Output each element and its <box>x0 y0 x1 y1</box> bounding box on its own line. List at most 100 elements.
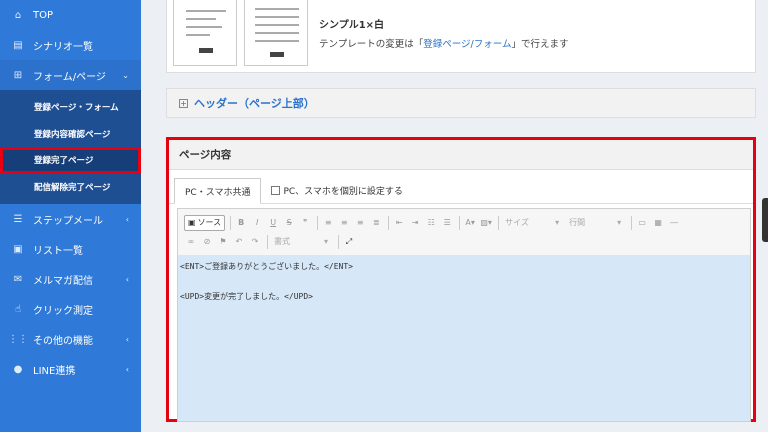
editor-line: <UPD>変更が完了しました。</UPD> <box>180 292 313 301</box>
header-section[interactable]: + ヘッダー（ページ上部） <box>166 88 756 118</box>
grid-icon: ⋮⋮ <box>8 333 28 345</box>
page-content-title: ページ内容 <box>169 140 753 170</box>
header-section-label[interactable]: ヘッダー（ページ上部） <box>194 95 315 111</box>
form-icon: ⊞ <box>13 69 23 81</box>
list-box-icon: ▣ <box>13 243 23 255</box>
tab-separate-settings[interactable]: PC、スマホを個別に設定する <box>261 177 412 203</box>
editor-toolbar: ▣ ソース B I U S ❞ ≡ ≡ ≡ ≣ ⇤ ⇥ ☷ ☰ A▾ ▨▾ サイ… <box>178 209 750 255</box>
mail-icon: ✉ <box>13 273 23 285</box>
outdent-icon[interactable]: ⇤ <box>392 215 406 231</box>
bullet-list-icon[interactable]: ☷ <box>424 215 438 231</box>
bold-icon[interactable]: B <box>234 215 248 231</box>
align-right-icon[interactable]: ≡ <box>353 215 367 231</box>
source-button[interactable]: ▣ ソース <box>184 214 226 231</box>
nav-step-mail[interactable]: ☰ ステップメール ‹ <box>0 204 141 234</box>
maximize-icon[interactable]: ⤢ <box>342 234 356 250</box>
submenu-registration-form[interactable]: 登録ページ・フォーム <box>0 94 141 121</box>
align-center-icon[interactable]: ≡ <box>337 215 351 231</box>
bg-color-icon[interactable]: ▨▾ <box>479 215 493 231</box>
home-icon: ⌂ <box>14 9 22 21</box>
nav-label: メルマガ配信 <box>33 275 93 287</box>
chat-icon: ● <box>13 363 23 375</box>
format-select[interactable]: 書式 ▾ <box>271 235 331 249</box>
chevron-down-icon: ▾ <box>555 218 560 227</box>
nav-label: TOP <box>33 9 54 21</box>
nav-line[interactable]: ● LINE連携 ‹ <box>0 354 141 384</box>
template-description: テンプレートの変更は「登録ページ/フォーム」で行えます <box>319 36 568 50</box>
expand-icon[interactable]: + <box>179 98 188 108</box>
chevron-down-icon: ⌄ <box>122 70 129 80</box>
nav-label: リスト一覧 <box>33 245 83 257</box>
main-content: シンプル1×白 テンプレートの変更は「登録ページ/フォーム」で行えます + ヘッ… <box>141 0 768 432</box>
redo-icon[interactable]: ↷ <box>248 234 262 250</box>
nav-mail-delivery[interactable]: ✉ メルマガ配信 ‹ <box>0 264 141 294</box>
template-thumbnail-pc[interactable] <box>173 0 237 66</box>
line-height-label: 行間 <box>569 218 586 227</box>
font-size-label: サイズ <box>505 218 529 227</box>
submenu-confirm-page[interactable]: 登録内容確認ページ <box>0 121 141 148</box>
tab-pc-mobile-common[interactable]: PC・スマホ共通 <box>174 178 262 204</box>
unlink-icon[interactable]: ⊘ <box>200 234 214 250</box>
nav-label: フォーム/ページ <box>33 71 106 83</box>
nav-form-page[interactable]: ⊞ フォーム/ページ ⌄ <box>0 60 141 90</box>
nav-label: ステップメール <box>33 215 103 227</box>
chevron-left-icon: ‹ <box>125 274 129 284</box>
table-icon[interactable]: ▦ <box>651 215 665 231</box>
indent-icon[interactable]: ⇥ <box>408 215 422 231</box>
font-size-select[interactable]: サイズ ▾ <box>502 216 562 230</box>
line-height-select[interactable]: 行間 ▾ <box>566 216 624 230</box>
image-icon[interactable]: ▭ <box>635 215 649 231</box>
align-justify-icon[interactable]: ≣ <box>369 215 383 231</box>
chevron-left-icon: ‹ <box>125 364 129 374</box>
template-name: シンプル1×白 <box>319 20 385 31</box>
chevron-left-icon: ‹ <box>125 214 129 224</box>
align-left-icon[interactable]: ≡ <box>321 215 335 231</box>
cursor-icon: ☝ <box>14 303 22 315</box>
template-card: シンプル1×白 テンプレートの変更は「登録ページ/フォーム」で行えます <box>166 0 756 73</box>
strikethrough-icon[interactable]: S <box>282 215 296 231</box>
submenu-complete-page[interactable]: 登録完了ページ <box>0 147 141 174</box>
editor-content-area[interactable]: <ENT>ご登録ありがとうございました。</ENT> <UPD>変更が完了しまし… <box>178 255 750 421</box>
chevron-left-icon: ‹ <box>125 334 129 344</box>
sidebar: ⌂ TOP ▤ シナリオ一覧 ⊞ フォーム/ページ ⌄ 登録ページ・フォーム 登… <box>0 0 141 432</box>
nav-click-tracking[interactable]: ☝ クリック測定 <box>0 294 141 324</box>
nav-label: その他の機能 <box>33 335 93 347</box>
template-desc-prefix: テンプレートの変更は「 <box>319 39 424 50</box>
submenu-unsubscribe-page[interactable]: 配信解除完了ページ <box>0 174 141 201</box>
flag-icon[interactable]: ⚑ <box>216 234 230 250</box>
separate-settings-checkbox[interactable] <box>271 185 281 195</box>
rich-text-editor: ▣ ソース B I U S ❞ ≡ ≡ ≡ ≣ ⇤ ⇥ ☷ ☰ A▾ ▨▾ サイ… <box>177 208 751 422</box>
nav-top[interactable]: ⌂ TOP <box>0 0 141 30</box>
side-scroll-handle[interactable] <box>762 198 768 242</box>
nav-label: クリック測定 <box>33 305 93 317</box>
text-color-icon[interactable]: A▾ <box>463 215 477 231</box>
undo-icon[interactable]: ↶ <box>232 234 246 250</box>
source-label: ソース <box>197 218 222 227</box>
format-label: 書式 <box>274 237 290 246</box>
device-tabs: PC・スマホ共通 PC、スマホを個別に設定する <box>169 174 753 204</box>
numbered-list-icon[interactable]: ☰ <box>440 215 454 231</box>
quote-icon[interactable]: ❞ <box>298 215 312 231</box>
step-icon: ☰ <box>13 213 23 225</box>
italic-icon[interactable]: I <box>250 215 264 231</box>
nav-list[interactable]: ▣ リスト一覧 <box>0 234 141 264</box>
page-content-section: ページ内容 PC・スマホ共通 PC、スマホを個別に設定する ▣ ソース B I U… <box>166 137 756 422</box>
nav-other-features[interactable]: ⋮⋮ その他の機能 ‹ <box>0 324 141 354</box>
underline-icon[interactable]: U <box>266 215 280 231</box>
list-icon: ▤ <box>13 39 23 51</box>
tab-label: PC・スマホ共通 <box>185 187 251 198</box>
tab-label: PC、スマホを個別に設定する <box>283 186 403 197</box>
nav-label: LINE連携 <box>33 365 76 377</box>
chevron-down-icon: ▾ <box>617 218 622 227</box>
link-icon[interactable]: ∞ <box>184 234 198 250</box>
template-desc-suffix: 」で行えます <box>511 39 569 50</box>
horizontal-rule-icon[interactable]: ― <box>667 215 681 231</box>
editor-line: <ENT>ご登録ありがとうございました。</ENT> <box>180 262 353 271</box>
nav-scenario-list[interactable]: ▤ シナリオ一覧 <box>0 30 141 60</box>
nav-label: シナリオ一覧 <box>33 41 93 53</box>
source-icon: ▣ <box>188 218 196 227</box>
form-page-submenu: 登録ページ・フォーム 登録内容確認ページ 登録完了ページ 配信解除完了ページ <box>0 90 141 204</box>
template-thumbnail-mobile[interactable] <box>244 0 308 66</box>
template-change-link[interactable]: 登録ページ/フォーム <box>423 39 511 50</box>
